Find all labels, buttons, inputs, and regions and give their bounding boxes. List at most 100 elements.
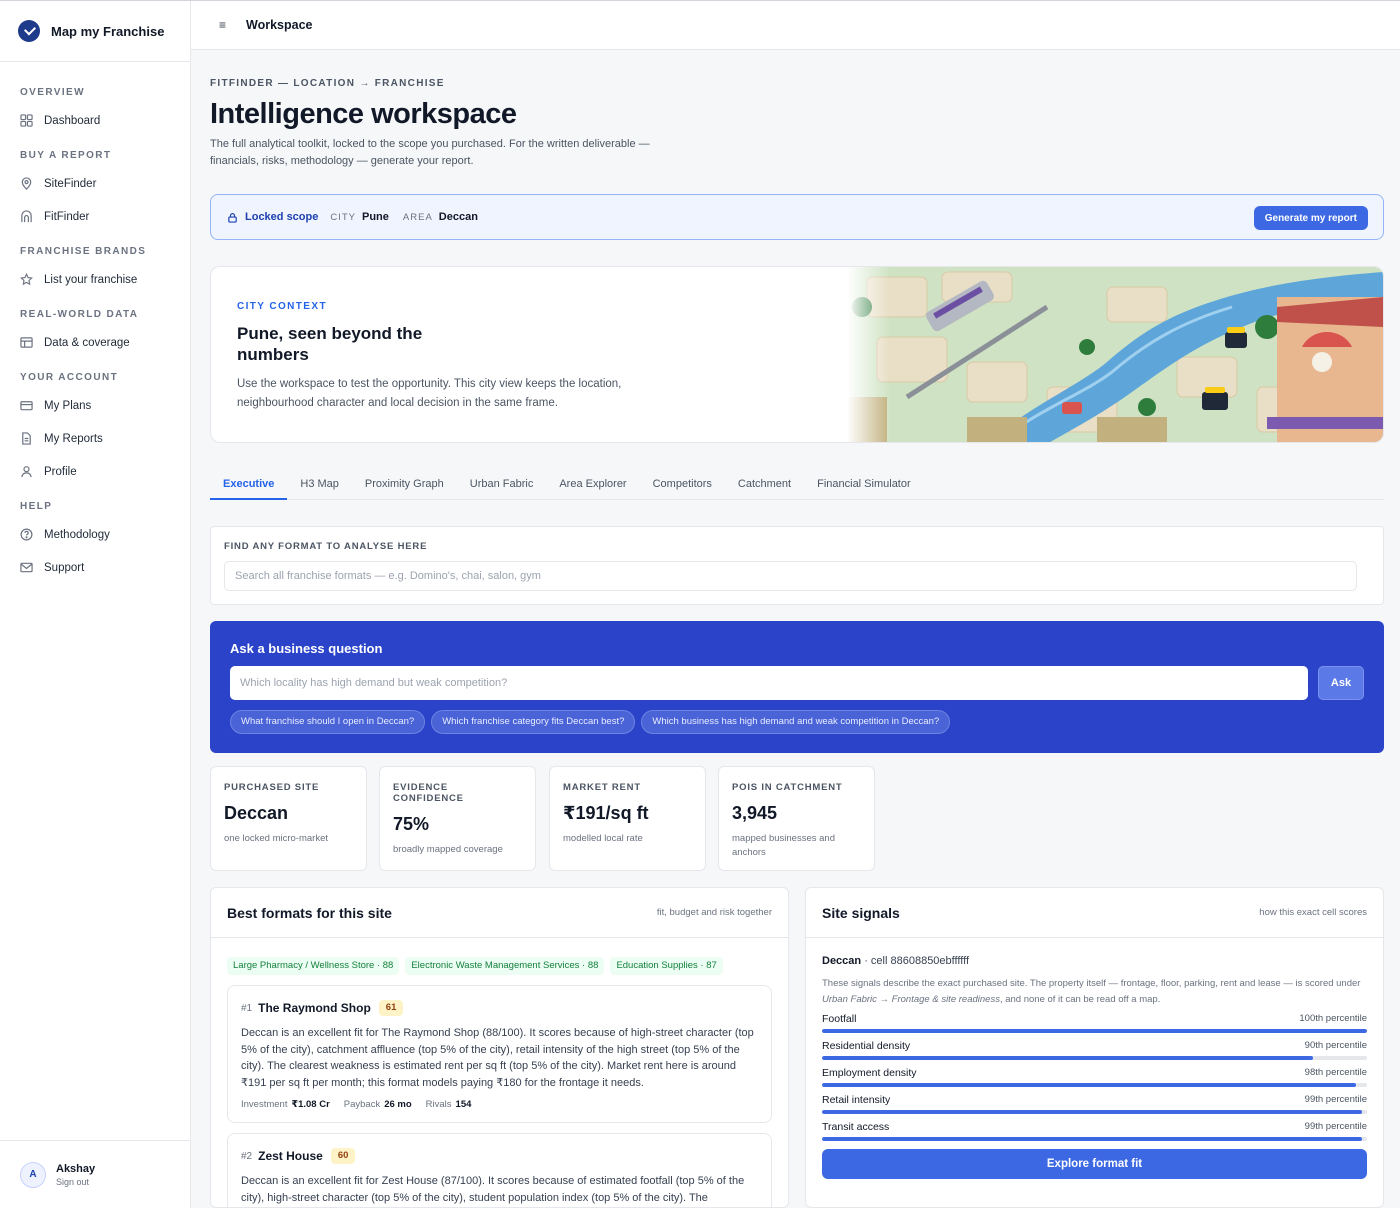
ask-input[interactable]: Which locality has high demand but weak … xyxy=(230,666,1308,700)
menu-icon[interactable]: ≡ xyxy=(219,18,226,32)
best-formats-panel: Best formats for this site fit, budget a… xyxy=(210,887,789,1208)
lock-icon xyxy=(227,212,238,223)
sidebar-item-label: Support xyxy=(44,561,85,574)
nav-section-overview: OVERVIEW xyxy=(20,87,85,98)
nav-section-real-world-data: REAL-WORLD DATA xyxy=(20,309,139,320)
scope-area-value: Deccan xyxy=(438,211,478,223)
signal-row-residential: Residential density 90th percentile xyxy=(822,1040,1367,1060)
explore-format-fit-button[interactable]: Explore format fit xyxy=(822,1149,1367,1179)
signal-percentile: 100th percentile xyxy=(1299,1013,1367,1024)
format-meta: Investment ₹1.08 Cr Payback 26 mo Rivals 15… xyxy=(241,1099,758,1110)
sidebar-item-support[interactable]: Support xyxy=(0,551,190,584)
sidebar-item-label: Methodology xyxy=(44,528,110,541)
format-score-badge: 60 xyxy=(330,1148,356,1164)
stat-value: 3,945 xyxy=(732,803,778,823)
sidebar-item-sitefinder[interactable]: SiteFinder xyxy=(0,167,190,200)
logo-icon xyxy=(18,20,40,42)
cell-identifier: Deccan · cell 88608850ebffffff xyxy=(822,955,1367,967)
signal-label: Transit access xyxy=(822,1121,890,1133)
suggestion-chip[interactable]: Which franchise category fits Deccan bes… xyxy=(431,710,636,734)
payback-label: Payback xyxy=(343,1099,381,1110)
format-search-card: FIND ANY FORMAT TO ANALYSE HERE Search a… xyxy=(210,526,1384,605)
user-name: Akshay xyxy=(56,1162,96,1175)
stat-label: POIS IN CATCHMENT xyxy=(732,782,843,793)
signal-row-transit: Transit access 99th percentile xyxy=(822,1121,1367,1141)
cell-id: · cell 88608850ebffffff xyxy=(864,955,970,967)
tab-urban-fabric[interactable]: Urban Fabric xyxy=(457,464,547,500)
city-context-title: Pune, seen beyond the numbers xyxy=(237,324,423,364)
sidebar-item-label: Profile xyxy=(44,465,77,478)
site-signals-panel: Site signals how this exact cell scores … xyxy=(805,887,1384,1208)
tab-competitors[interactable]: Competitors xyxy=(640,464,725,500)
page-title: Intelligence workspace xyxy=(210,98,517,130)
tab-h3-map[interactable]: H3 Map xyxy=(287,464,352,500)
stat-subtext: broadly mapped coverage xyxy=(393,844,503,855)
signal-bar-fill xyxy=(822,1137,1362,1141)
map-pin-icon xyxy=(20,177,33,190)
signal-bar-fill xyxy=(822,1110,1362,1114)
credit-card-icon xyxy=(20,399,33,412)
sidebar-item-my-plans[interactable]: My Plans xyxy=(0,389,190,422)
sidebar-item-fitfinder[interactable]: FitFinder xyxy=(0,200,190,233)
ask-button[interactable]: Ask xyxy=(1318,666,1364,700)
tab-proximity-graph[interactable]: Proximity Graph xyxy=(352,464,457,500)
stat-subtext: modelled local rate xyxy=(563,833,643,844)
grid-icon xyxy=(20,114,33,127)
best-formats-title: Best formats for this site xyxy=(227,904,392,921)
generate-report-button[interactable]: Generate my report xyxy=(1253,206,1368,230)
format-search-label: FIND ANY FORMAT TO ANALYSE HERE xyxy=(224,541,428,552)
suggestion-chip[interactable]: What franchise should I open in Deccan? xyxy=(230,710,426,734)
city-context-description: Use the workspace to test the opportunit… xyxy=(237,378,622,409)
tab-financial-simulator[interactable]: Financial Simulator xyxy=(804,464,924,500)
format-name: Zest House xyxy=(258,1149,323,1163)
stat-label: MARKET RENT xyxy=(563,782,641,793)
format-tag[interactable]: Large Pharmacy / Wellness Store · 88 xyxy=(227,957,400,975)
nav-section-help: HELP xyxy=(20,501,53,512)
format-tag[interactable]: Electronic Waste Management Services · 8… xyxy=(405,957,605,975)
city-context-eyebrow: CITY CONTEXT xyxy=(237,301,327,312)
investment-value: ₹1.08 Cr xyxy=(291,1099,330,1110)
format-card[interactable]: #2 Zest House 60 Deccan is an excellent … xyxy=(227,1133,772,1207)
tab-catchment[interactable]: Catchment xyxy=(725,464,804,500)
format-search-input[interactable]: Search all franchise formats — e.g. Domi… xyxy=(224,561,1357,591)
signal-bar xyxy=(822,1056,1367,1060)
tab-executive[interactable]: Executive xyxy=(210,464,288,500)
signal-bar xyxy=(822,1083,1367,1087)
nav-section-buy-report: BUY A REPORT xyxy=(20,150,112,161)
signal-percentile: 99th percentile xyxy=(1304,1121,1367,1132)
format-rank: #2 xyxy=(241,1150,253,1162)
sidebar-item-list-franchise[interactable]: List your franchise xyxy=(0,263,190,296)
ask-title: Ask a business question xyxy=(230,641,383,656)
sidebar-item-label: My Plans xyxy=(44,399,92,412)
ask-question-card: Ask a business question Which locality h… xyxy=(210,621,1384,753)
stat-label: EVIDENCE CONFIDENCE xyxy=(393,782,464,804)
page-description: The full analytical toolkit, locked to t… xyxy=(210,138,650,167)
sidebar-item-my-reports[interactable]: My Reports xyxy=(0,422,190,455)
suggestion-chip[interactable]: Which business has high demand and weak … xyxy=(641,710,951,734)
signal-row-footfall: Footfall 100th percentile xyxy=(822,1013,1367,1033)
sidebar-item-label: FitFinder xyxy=(44,210,90,223)
signal-label: Footfall xyxy=(822,1013,857,1025)
format-score-badge: 61 xyxy=(378,1000,404,1016)
signal-row-retail: Retail intensity 99th percentile xyxy=(822,1094,1367,1114)
sidebar-item-methodology[interactable]: Methodology xyxy=(0,518,190,551)
user-menu[interactable]: A Akshay Sign out xyxy=(0,1140,190,1208)
sidebar-item-data-coverage[interactable]: Data & coverage xyxy=(0,326,190,359)
stat-subtext: one locked micro-market xyxy=(224,833,329,844)
sidebar-item-profile[interactable]: Profile xyxy=(0,455,190,488)
stat-label: PURCHASED SITE xyxy=(224,782,320,793)
stat-purchased-site: PURCHASED SITE Deccan one locked micro-m… xyxy=(210,766,367,871)
signal-row-employment: Employment density 98th percentile xyxy=(822,1067,1367,1087)
stat-pois-catchment: POIS IN CATCHMENT 3,945 mapped businesse… xyxy=(718,766,875,871)
topbar: ≡ Workspace xyxy=(191,1,1400,50)
sidebar-nav: OVERVIEW Dashboard BUY A REPORT SiteFind… xyxy=(0,62,190,584)
format-card[interactable]: #1 The Raymond Shop 61 Deccan is an exce… xyxy=(227,985,772,1123)
sidebar-item-label: List your franchise xyxy=(44,273,138,286)
brand[interactable]: Map my Franchise xyxy=(0,1,190,62)
tab-area-explorer[interactable]: Area Explorer xyxy=(546,464,639,500)
sign-out-link[interactable]: Sign out xyxy=(56,1177,95,1187)
signal-bar xyxy=(822,1110,1367,1114)
format-tag[interactable]: Education Supplies · 87 xyxy=(610,957,723,975)
page-eyebrow: FITFINDER — LOCATION → FRANCHISE xyxy=(210,78,445,89)
sidebar-item-dashboard[interactable]: Dashboard xyxy=(0,104,190,137)
